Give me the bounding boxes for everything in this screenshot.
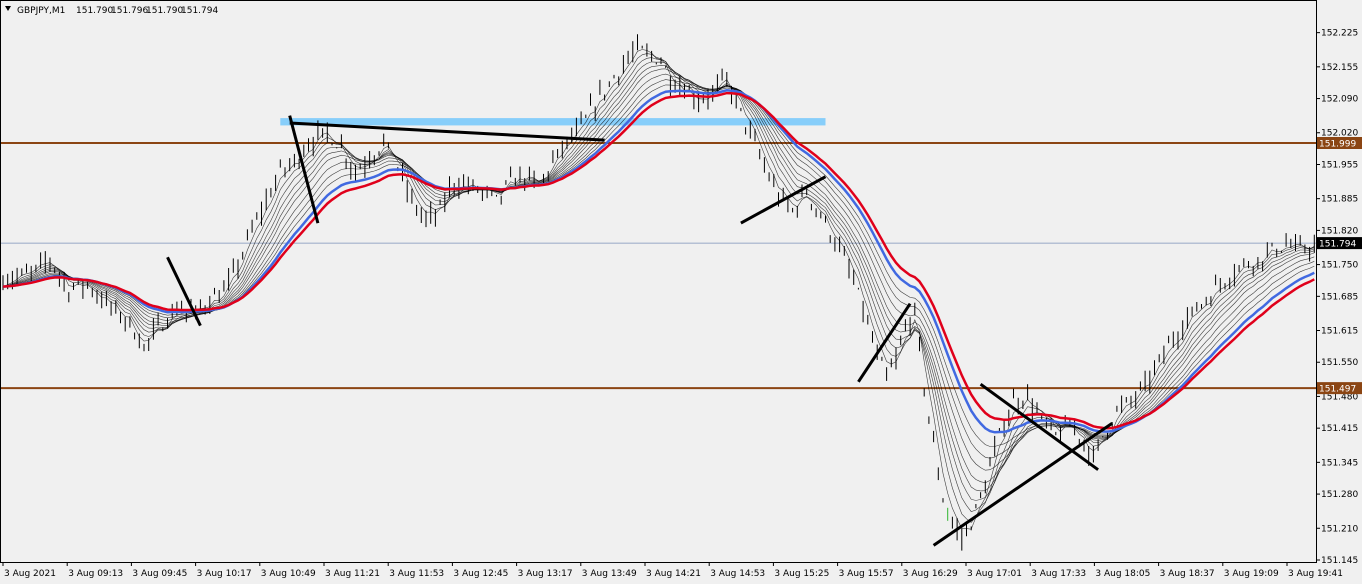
y-tick-label: 151.550 (1321, 358, 1358, 368)
x-tick-label: 3 Aug 17:01 (967, 569, 1022, 579)
y-tick-label: 151.885 (1321, 195, 1358, 205)
y-tick-label: 151.685 (1321, 292, 1358, 302)
resistance-zone (280, 118, 826, 126)
y-tick-label: 151.280 (1321, 490, 1358, 500)
y-tick-label: 151.145 (1321, 556, 1358, 566)
x-tick-label: 3 Aug 15:57 (839, 569, 894, 579)
chart-symbol-label: GBPJPY,M1 (17, 6, 65, 16)
x-tick-label: 3 Aug 14:21 (646, 569, 701, 579)
x-tick-label: 3 Aug 10:17 (197, 569, 252, 579)
current-price-tag: 151.794 (1319, 240, 1356, 250)
ohlc-high: 151.796 (111, 6, 148, 16)
y-tick-label: 151.955 (1321, 160, 1358, 170)
x-tick-label: 3 Aug 13:17 (518, 569, 573, 579)
x-tick-label: 3 Aug 13:49 (582, 569, 637, 579)
y-tick-label: 151.210 (1321, 524, 1358, 534)
x-tick-label: 3 Aug 15:25 (774, 569, 829, 579)
y-tick-label: 152.225 (1321, 29, 1358, 39)
ohlc-close: 151.794 (181, 6, 218, 16)
x-tick-label: 3 Aug 16:29 (903, 569, 958, 579)
y-tick-label: 152.155 (1321, 63, 1358, 73)
x-tick-label: 3 Aug 09:13 (68, 569, 123, 579)
y-tick-label: 151.415 (1321, 424, 1358, 434)
x-tick-label: 3 Aug 11:21 (325, 569, 380, 579)
x-tick-label: 3 Aug 18:37 (1160, 569, 1215, 579)
chart-plot-area[interactable] (0, 0, 1316, 562)
ohlc-low: 151.790 (146, 6, 183, 16)
y-tick-label: 151.345 (1321, 458, 1358, 468)
x-tick-label: 3 Aug 18:05 (1095, 569, 1150, 579)
x-tick-label: 3 Aug 19:09 (1224, 569, 1279, 579)
ohlc-open: 151.790 (76, 6, 113, 16)
y-tick-label: 151.820 (1321, 226, 1358, 236)
x-tick-label: 3 Aug 2021 (4, 569, 56, 579)
level-price-tag: 151.497 (1319, 385, 1356, 395)
candlestick-chart[interactable]: 152.225152.155152.090152.020151.955151.8… (0, 0, 1362, 584)
x-tick-label: 3 Aug 12:45 (453, 569, 508, 579)
x-tick-label: 3 Aug 19:41 (1288, 569, 1343, 579)
x-tick-label: 3 Aug 10:49 (261, 569, 316, 579)
x-tick-label: 3 Aug 14:53 (710, 569, 765, 579)
x-tick-label: 3 Aug 09:45 (132, 569, 187, 579)
chart-window: 152.225 152.155 152.090 152.020 151.955 151.8… (0, 0, 1362, 584)
x-tick-label: 3 Aug 11:53 (389, 569, 444, 579)
y-tick-label: 151.750 (1321, 261, 1358, 271)
y-tick-label: 152.090 (1321, 95, 1358, 105)
y-tick-label: 151.615 (1321, 327, 1358, 337)
x-tick-label: 3 Aug 17:33 (1031, 569, 1086, 579)
level-price-tag: 151.999 (1319, 140, 1356, 150)
